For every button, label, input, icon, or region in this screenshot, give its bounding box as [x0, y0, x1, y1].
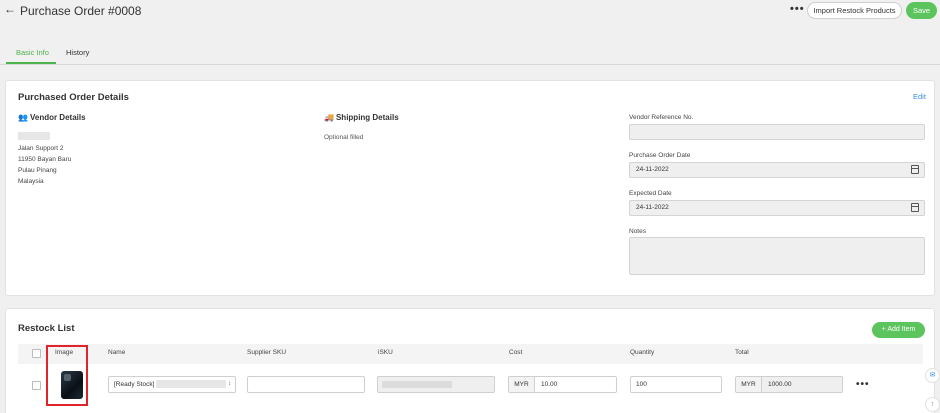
column-header-quantity: Quantity	[630, 349, 655, 356]
add-item-button[interactable]: + Add Item	[872, 322, 925, 338]
purchase-order-date-value: 24-11-2022	[636, 166, 669, 173]
isku-redacted	[382, 381, 452, 388]
total-currency: MYR	[736, 377, 762, 392]
shipping-details-title: Shipping Details	[335, 113, 399, 122]
scroll-top-icon[interactable]: ↑	[925, 397, 940, 412]
cost-currency: MYR	[509, 377, 535, 392]
order-details-card: Purchased Order Details Edit 👥 Vendor Det…	[5, 80, 935, 296]
product-name-redacted	[156, 380, 227, 389]
row-more-options-icon[interactable]: •••	[856, 379, 870, 390]
shipping-details-heading: 🚚 Shipping Details	[324, 113, 399, 122]
column-header-supplier-sku: Supplier SKU	[247, 349, 287, 356]
vendor-details-title: Vendor Details	[29, 113, 86, 122]
column-header-name: Name	[108, 349, 126, 356]
cost-input[interactable]: MYR 10.00	[508, 376, 617, 393]
save-button[interactable]: Save	[906, 2, 937, 19]
vendor-reference-label: Vendor Reference No.	[629, 114, 694, 121]
select-all-checkbox[interactable]	[32, 349, 41, 358]
plus-icon: +	[881, 326, 886, 333]
supplier-sku-input[interactable]	[247, 376, 365, 393]
total-value: 1000.00	[768, 381, 792, 388]
vendor-address-line: Pulau Pinang	[18, 167, 57, 174]
product-name-select[interactable]: [Ready Stock] ↕	[108, 376, 236, 393]
expected-date-input[interactable]: 24-11-2022	[629, 200, 925, 216]
total-field: MYR 1000.00	[735, 376, 843, 393]
vendor-address-line: Malaysia	[18, 178, 44, 185]
vendor-address-line: 11950 Bayan Baru	[18, 156, 72, 163]
column-header-isku: iSKU	[378, 349, 393, 356]
cost-value: 10.00	[541, 381, 558, 388]
tab-basic-info[interactable]: Basic Info	[16, 48, 49, 57]
product-name-value: [Ready Stock]	[114, 381, 155, 388]
purchase-order-date-label: Purchase Order Date	[629, 152, 691, 159]
restock-list-card: Restock List + Add Item Image Name Suppl…	[5, 308, 935, 413]
column-header-cost: Cost	[509, 349, 523, 356]
active-tab-indicator	[6, 62, 56, 64]
truck-icon: 🚚	[324, 113, 334, 122]
add-item-label: Add Item	[887, 326, 916, 333]
row-checkbox[interactable]	[32, 381, 41, 390]
shipping-note: Optional filled	[324, 134, 364, 141]
message-icon[interactable]: ✉	[925, 368, 940, 383]
back-arrow-icon[interactable]: ←	[4, 2, 16, 16]
page-title: Purchase Order #0008	[20, 4, 142, 18]
users-icon: 👥	[18, 113, 28, 122]
vendor-address-line: Jalan Support 2	[18, 145, 64, 152]
calendar-icon[interactable]	[911, 203, 919, 212]
restock-table-header: Image Name Supplier SKU iSKU Cost Quanti…	[18, 344, 923, 364]
restock-list-title: Restock List	[18, 323, 75, 334]
vendor-name-redacted	[18, 132, 50, 140]
notes-label: Notes	[629, 228, 646, 235]
more-options-icon[interactable]: •••	[790, 3, 805, 15]
notes-textarea[interactable]	[629, 237, 925, 275]
import-restock-button[interactable]: Import Restock Products	[807, 2, 902, 19]
edit-link[interactable]: Edit	[913, 92, 926, 101]
tab-bar: Basic Info History	[0, 45, 940, 65]
order-details-title: Purchased Order Details	[18, 92, 129, 103]
expected-date-label: Expected Date	[629, 190, 672, 197]
quantity-input[interactable]: 100	[630, 376, 722, 393]
calendar-icon[interactable]	[911, 165, 919, 174]
vendor-details-heading: 👥 Vendor Details	[18, 113, 86, 122]
column-header-total: Total	[735, 349, 749, 356]
product-image	[61, 371, 83, 399]
vendor-reference-input[interactable]	[629, 124, 925, 140]
tab-history[interactable]: History	[66, 48, 89, 57]
top-bar: ← Purchase Order #0008 ••• Import Restoc…	[0, 0, 940, 22]
expected-date-value: 24-11-2022	[636, 204, 669, 211]
purchase-order-date-input[interactable]: 24-11-2022	[629, 162, 925, 178]
isku-field	[377, 376, 495, 393]
select-arrows-icon: ↕	[228, 381, 231, 387]
